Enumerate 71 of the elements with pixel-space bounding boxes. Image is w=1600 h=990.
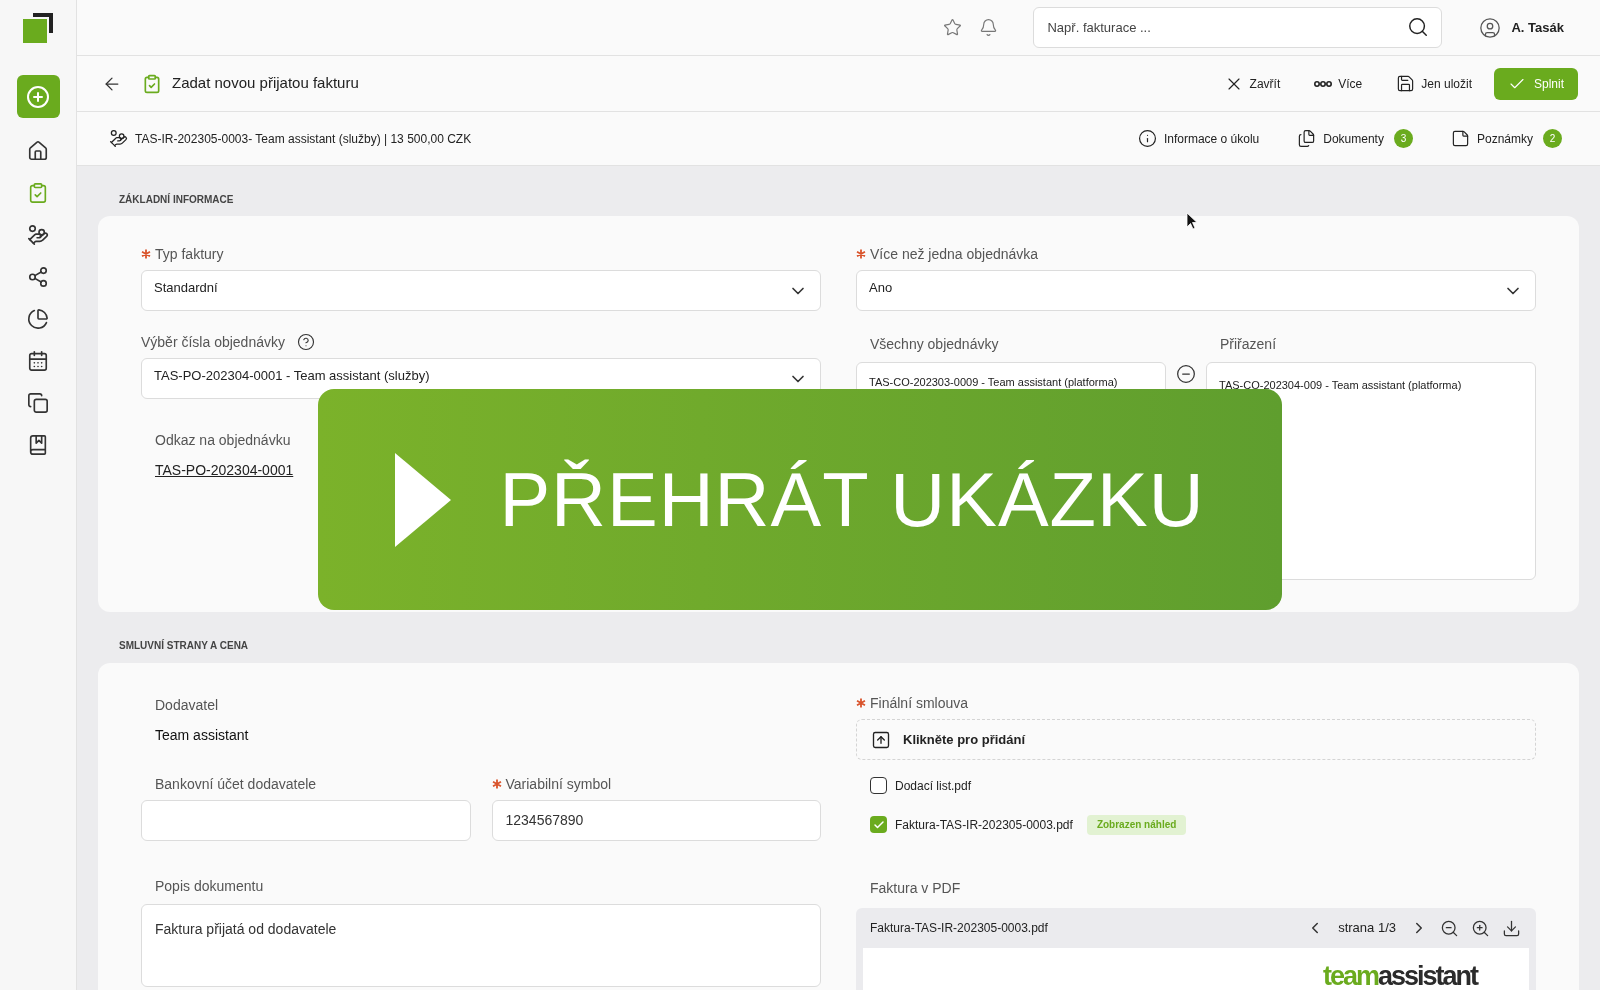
field-label: Výběr čísla objednávky (141, 332, 285, 352)
calendar-icon[interactable] (27, 350, 49, 372)
zoom-out-icon[interactable] (1440, 918, 1459, 938)
header-tab[interactable]: Dokumenty 3 (1297, 129, 1413, 148)
upload-dropzone[interactable]: Klikněte pro přidání (856, 719, 1536, 760)
file-checkbox[interactable] (870, 816, 887, 833)
field-label: Popis dokumentu (155, 878, 264, 894)
note-icon (1450, 129, 1470, 148)
upload-icon (871, 729, 891, 750)
save-button[interactable]: Jen uložit (1396, 74, 1472, 93)
hand-coin-icon[interactable] (27, 224, 49, 246)
header-tab[interactable]: Informace o úkolu (1137, 129, 1260, 148)
count-badge: 2 (1543, 129, 1562, 148)
user-icon[interactable] (1479, 16, 1502, 39)
field-label: Více než jedna objednávka (870, 244, 1039, 264)
app-logo-icon (23, 13, 53, 43)
pdf-file-name: Faktura-TAS-IR-202305-0003.pdf (870, 920, 1048, 937)
bank-account-field[interactable] (141, 800, 471, 841)
section-heading: SMLUVNÍ STRANY A CENA (118, 638, 249, 653)
play-icon (395, 452, 452, 547)
description-field[interactable]: Faktura přijatá od dodavatele (141, 904, 821, 987)
file-name: Dodací list.pdf (895, 777, 972, 795)
field-label: Odkaz na objednávku (155, 432, 291, 448)
field-label: Typ faktury (155, 244, 224, 264)
documents-icon (1297, 129, 1317, 148)
multiple-orders-select[interactable]: Ano (856, 270, 1536, 311)
page-indicator: strana 1/3 (1338, 919, 1396, 938)
search-icon[interactable] (1407, 16, 1430, 38)
field-label: Dodavatel (155, 697, 219, 713)
pie-chart-icon[interactable] (27, 308, 49, 330)
info-icon (1137, 129, 1157, 148)
add-button[interactable] (16, 75, 60, 118)
invoice-type-select[interactable]: Standardní (141, 270, 821, 311)
clipboard-icon[interactable] (27, 182, 49, 204)
header-tab[interactable]: Poznámky 2 (1450, 129, 1562, 148)
plus-icon (26, 84, 50, 109)
star-icon[interactable] (943, 18, 963, 37)
more-button[interactable]: Více (1314, 74, 1363, 93)
field-label: Bankovní účet dodavatele (155, 774, 317, 794)
search-field[interactable]: Např. fakturace ... (1033, 7, 1443, 48)
clipboard-icon (142, 73, 162, 94)
help-icon[interactable] (296, 333, 315, 351)
order-link[interactable]: TAS-PO-202304-0001 (155, 460, 294, 481)
user-name[interactable]: A. Tasák (1511, 17, 1564, 38)
download-icon[interactable] (1502, 918, 1521, 938)
file-checkbox[interactable] (870, 777, 887, 794)
dots-icon (1314, 79, 1333, 88)
close-button[interactable]: Zavřít (1223, 73, 1281, 94)
record-title: TAS-IR-202305-0003- Team assistant (služby) | 13 500,00 CZK (135, 130, 472, 148)
nodes-icon[interactable] (27, 266, 49, 288)
home-icon[interactable] (27, 140, 49, 162)
document-logo: teamassistant (1322, 960, 1477, 990)
file-name: Faktura-TAS-IR-202305-0003.pdf (895, 816, 1073, 834)
book-icon[interactable] (27, 434, 49, 456)
documents-icon[interactable] (27, 392, 49, 414)
field-label: Finální smlouva (870, 693, 969, 713)
supplier-name: Team assistant (155, 727, 249, 743)
page-title: Zadat novou přijatou fakturu (172, 73, 359, 94)
check-icon (872, 818, 885, 831)
field-label: Přiřazení (1220, 336, 1277, 352)
bell-icon[interactable] (979, 18, 999, 37)
zoom-in-icon[interactable] (1471, 918, 1490, 938)
preview-badge: Zobrazen náhled (1086, 814, 1187, 835)
field-label: Faktura v PDF (870, 880, 961, 896)
hand-coin-icon (109, 129, 128, 148)
field-label: Variabilní symbol (505, 774, 612, 794)
section-heading: ZÁKLADNÍ INFORMACE (118, 192, 234, 207)
variable-symbol-field[interactable]: 1234567890 (491, 800, 821, 841)
field-label: Všechny objednávky (870, 336, 999, 352)
count-badge: 3 (1393, 129, 1413, 148)
remove-icon[interactable] (1176, 364, 1196, 384)
